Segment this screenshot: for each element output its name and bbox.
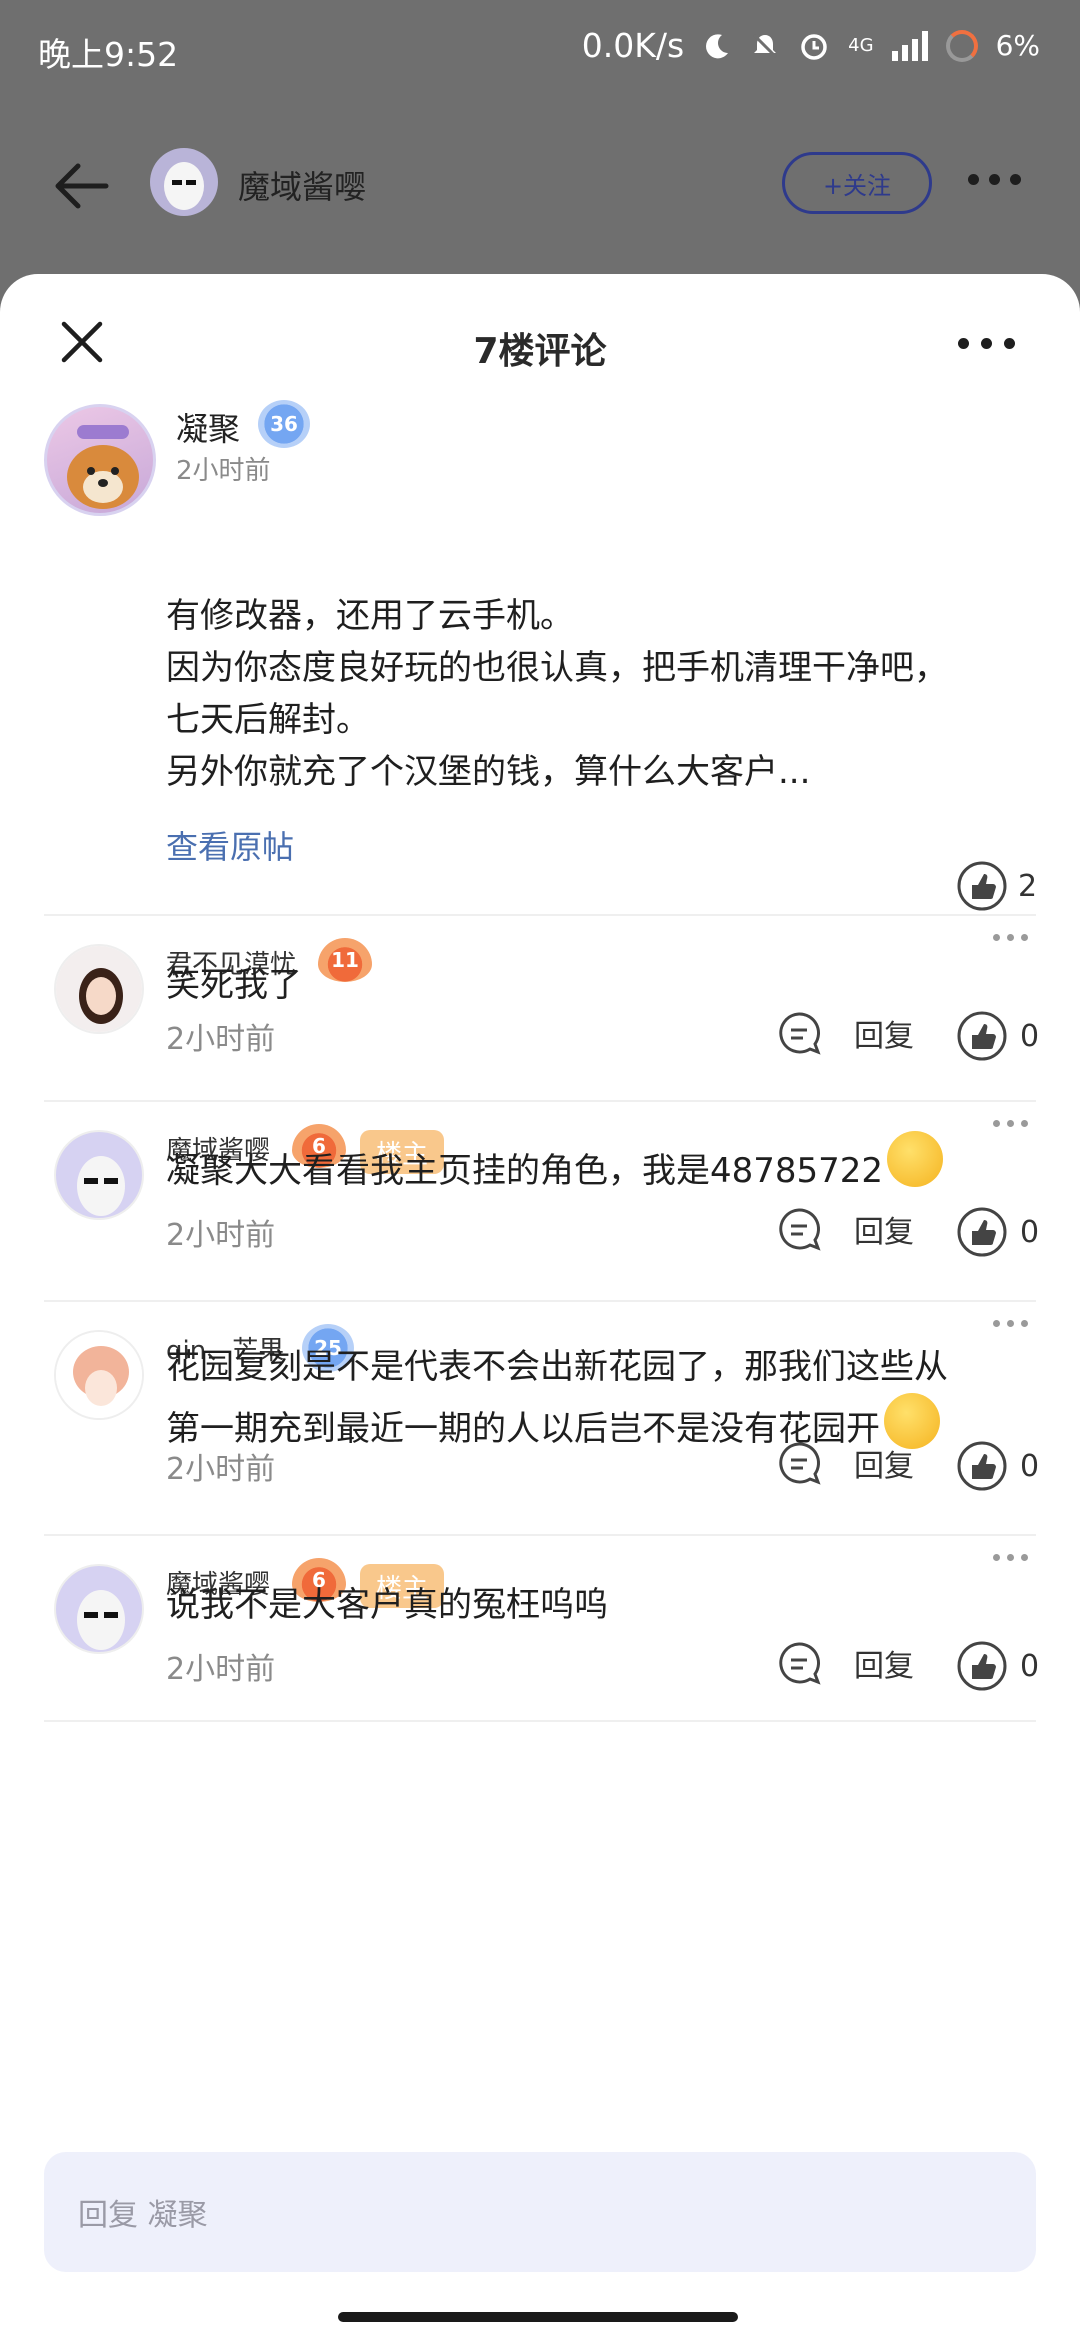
comment-author[interactable]: 凝聚 — [176, 404, 240, 450]
level-badge: 11 — [318, 938, 372, 982]
avatar[interactable] — [54, 1330, 144, 1420]
reply-line: 花园复刻是不是代表不会出新花园了，那我们这些从 — [166, 1347, 948, 1387]
avatar[interactable] — [54, 1130, 144, 1220]
like-count: 2 — [1018, 868, 1038, 904]
post-header: 魔域酱嘤 +关注 — [0, 96, 1080, 272]
like-count: 0 — [1020, 1648, 1040, 1684]
more-dots-icon[interactable] — [993, 1554, 1028, 1561]
list-item: 君不见漠忧 11 笑死我了 2小时前 回复 0 — [0, 914, 1080, 1100]
reply-text: 凝聚大大看看我主页挂的角色，我是48785722 — [166, 1130, 944, 1202]
home-indicator[interactable] — [338, 2312, 738, 2322]
comment-line: 有修改器，还用了云手机。 — [166, 596, 574, 636]
signal-icon — [891, 30, 928, 61]
more-dots-icon[interactable] — [993, 1320, 1028, 1327]
avatar[interactable] — [54, 944, 144, 1034]
reply-line: 笑死我了 — [166, 965, 302, 1005]
battery-icon — [945, 29, 978, 62]
comment-line: 另外你就充了个汉堡的钱，算什么大客户... — [166, 752, 811, 792]
avatar[interactable] — [44, 404, 156, 516]
divider — [44, 1720, 1036, 1722]
comment-body: 有修改器，还用了云手机。 因为你态度良好玩的也很认真，把手机清理干净吧， 七天后… — [166, 590, 1046, 798]
alarm-icon — [801, 33, 827, 60]
reply-label: 回复 — [854, 1449, 914, 1484]
sheet-title: 7楼评论 — [473, 331, 607, 372]
moon-icon — [706, 33, 729, 58]
back-arrow-icon[interactable] — [48, 156, 112, 216]
view-original-link[interactable]: 查看原帖 — [166, 822, 294, 868]
reply-label: 回复 — [854, 1019, 914, 1054]
comment-bubble-icon — [779, 1208, 821, 1251]
thumbs-up-icon — [957, 861, 1007, 911]
status-bar: 晚上9:52 0.0K/s 4G 6% — [0, 0, 1080, 96]
reply-line: 凝聚大大看看我主页挂的角色，我是48785722 — [166, 1151, 884, 1191]
thumbs-up-icon — [957, 1207, 1007, 1257]
comment-bubble-icon — [779, 1442, 821, 1485]
comment-bubble-icon — [779, 1642, 821, 1685]
more-dots-icon[interactable] — [993, 934, 1028, 941]
like-count: 0 — [1020, 1214, 1040, 1250]
comment-line: 七天后解封。 — [166, 700, 370, 740]
more-dots-icon[interactable] — [968, 174, 1021, 185]
author-name[interactable]: 魔域酱嘤 — [238, 162, 366, 208]
like-button[interactable]: 2 — [956, 860, 1037, 912]
thumbs-up-icon — [957, 1011, 1007, 1061]
reply-label: 回复 — [854, 1649, 914, 1684]
more-dots-icon[interactable] — [958, 338, 1015, 349]
reply-time: 2小时前 — [166, 1652, 276, 1687]
reply-label: 回复 — [854, 1215, 914, 1250]
reply-input-placeholder: 回复 凝聚 — [78, 2198, 208, 2233]
reply-button[interactable]: 回复 — [776, 1440, 914, 1486]
comment-sheet: 7楼评论 凝聚 36 2小时前 有修改器，还用了云手机。 因为你态度良好玩的也很… — [0, 274, 1080, 2340]
list-item: 魔域酱嘤 6 楼主 凝聚大大看看我主页挂的角色，我是48785722 2小时前 … — [0, 1100, 1080, 1300]
thumbs-up-icon — [957, 1641, 1007, 1691]
like-button[interactable]: 0 — [956, 1640, 1039, 1692]
reply-time: 2小时前 — [166, 1218, 276, 1253]
like-button[interactable]: 0 — [956, 1206, 1039, 1258]
reply-time: 2小时前 — [166, 1022, 276, 1057]
avatar[interactable] — [54, 1564, 144, 1654]
laugh-emoji-icon — [887, 1130, 944, 1187]
comment-time: 2小时前 — [176, 456, 271, 486]
battery-level: 6% — [995, 29, 1040, 62]
mute-bell-icon — [753, 33, 778, 58]
reply-button[interactable]: 回复 — [776, 1206, 914, 1252]
reply-button[interactable]: 回复 — [776, 1010, 914, 1056]
comment-bubble-icon — [779, 1012, 821, 1055]
thumbs-up-icon — [957, 1441, 1007, 1491]
reply-time: 2小时前 — [166, 1452, 276, 1487]
reply-button[interactable]: 回复 — [776, 1640, 914, 1686]
reply-text: 笑死我了 — [166, 954, 302, 1016]
reply-text: 说我不是大客户真的冤枉呜呜 — [166, 1574, 608, 1636]
follow-button[interactable]: +关注 — [782, 152, 932, 214]
like-button[interactable]: 0 — [956, 1010, 1039, 1062]
reply-line: 说我不是大客户真的冤枉呜呜 — [166, 1585, 608, 1625]
like-count: 0 — [1020, 1448, 1040, 1484]
reply-line: 第一期充到最近一期的人以后岂不是没有花园开 — [166, 1409, 880, 1449]
comment-line: 因为你态度良好玩的也很认真，把手机清理干净吧， — [166, 648, 948, 688]
status-time: 晚上9:52 — [38, 35, 179, 74]
network-type: 4G — [848, 35, 874, 56]
net-speed: 0.0K/s — [581, 26, 685, 65]
author-avatar[interactable] — [150, 148, 218, 216]
reply-input[interactable]: 回复 凝聚 — [44, 2152, 1036, 2272]
level-badge: 36 — [258, 400, 310, 448]
list-item: qin、芒果 25 花园复刻是不是代表不会出新花园了，那我们这些从 第一期充到最… — [0, 1300, 1080, 1534]
like-count: 0 — [1020, 1018, 1040, 1054]
like-button[interactable]: 0 — [956, 1440, 1039, 1492]
list-item: 魔域酱嘤 6 楼主 说我不是大客户真的冤枉呜呜 2小时前 回复 0 — [0, 1534, 1080, 1720]
more-dots-icon[interactable] — [993, 1120, 1028, 1127]
